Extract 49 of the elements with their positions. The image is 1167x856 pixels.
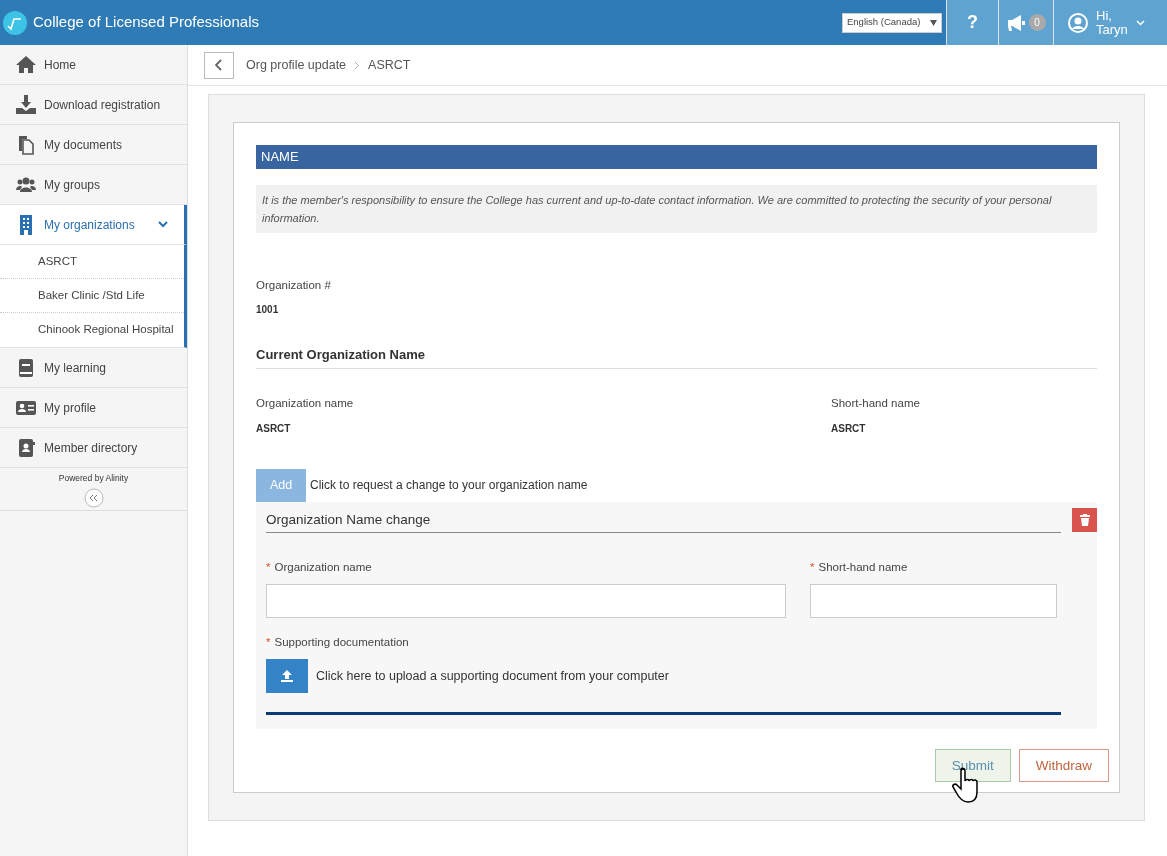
panel-title: Organization Name change	[266, 509, 1061, 533]
collapse-icon[interactable]	[83, 487, 104, 508]
required-marker: *	[810, 560, 815, 573]
breadcrumb-link[interactable]: Org profile update	[246, 55, 347, 75]
upload-link[interactable]: Click here to upload a supporting document from your computer	[316, 666, 669, 686]
notification-count: 0	[1028, 14, 1046, 31]
section-header: NAME	[256, 145, 1097, 169]
upload-button[interactable]	[266, 659, 308, 694]
download-icon	[16, 94, 36, 115]
dropdown-caret-icon	[930, 19, 937, 26]
documents-icon	[16, 134, 36, 155]
text-field[interactable]	[810, 584, 1057, 618]
field-label: Organization name	[256, 396, 355, 412]
powered-by-text: Powered by Alinity	[58, 472, 129, 485]
sidebar-subitem[interactable]: ASRCT	[0, 245, 184, 279]
field-label: Short-hand name	[818, 560, 908, 573]
home-icon	[16, 54, 36, 75]
subheading: Current Organization Name	[256, 344, 1097, 370]
app-title[interactable]: College of Licensed Professionals	[33, 11, 259, 34]
required-marker: *	[266, 560, 271, 573]
breadcrumb-separator-icon	[354, 60, 361, 70]
breadcrumb-current: ASRCT	[368, 56, 411, 74]
required-marker: *	[266, 636, 271, 648]
field-value: ASRCT	[256, 421, 292, 436]
delete-button[interactable]	[1072, 507, 1097, 532]
upload-icon	[281, 670, 293, 683]
chevron-left-icon	[215, 59, 223, 71]
field-label: Short-hand name	[831, 396, 920, 412]
field-label: Organization #	[256, 277, 332, 293]
language-select[interactable]: English (Canada)	[842, 12, 942, 33]
sidebar-subitem[interactable]: Baker Clinic /Std Life	[0, 279, 184, 313]
chevron-down-icon	[1135, 19, 1145, 26]
sidebar-subitem[interactable]: Chinook Regional Hospital	[0, 313, 184, 347]
sidebar-item[interactable]: My organizations	[0, 205, 187, 245]
notice-text: It is the member's responsibility to ensure the College has current and up-to-date contact information. We are committed to protecting the security of your personal information.	[256, 184, 1097, 233]
text-field[interactable]	[266, 584, 786, 618]
back-button[interactable]	[204, 51, 234, 79]
logo-icon	[3, 10, 27, 35]
trash-icon	[1079, 513, 1090, 526]
field-label: Supporting documentation	[274, 636, 409, 648]
book-icon	[16, 357, 36, 378]
field-label: Organization name	[274, 560, 372, 573]
field-value: ASRCT	[831, 421, 867, 436]
withdraw-button[interactable]: Withdraw	[1018, 749, 1109, 783]
user-avatar-icon	[1068, 12, 1088, 33]
field-value: 1001	[256, 302, 280, 317]
contact-book-icon	[16, 437, 36, 458]
add-hint-text: Click to request a change to your organization name	[310, 477, 588, 494]
megaphone-icon	[1006, 14, 1025, 31]
